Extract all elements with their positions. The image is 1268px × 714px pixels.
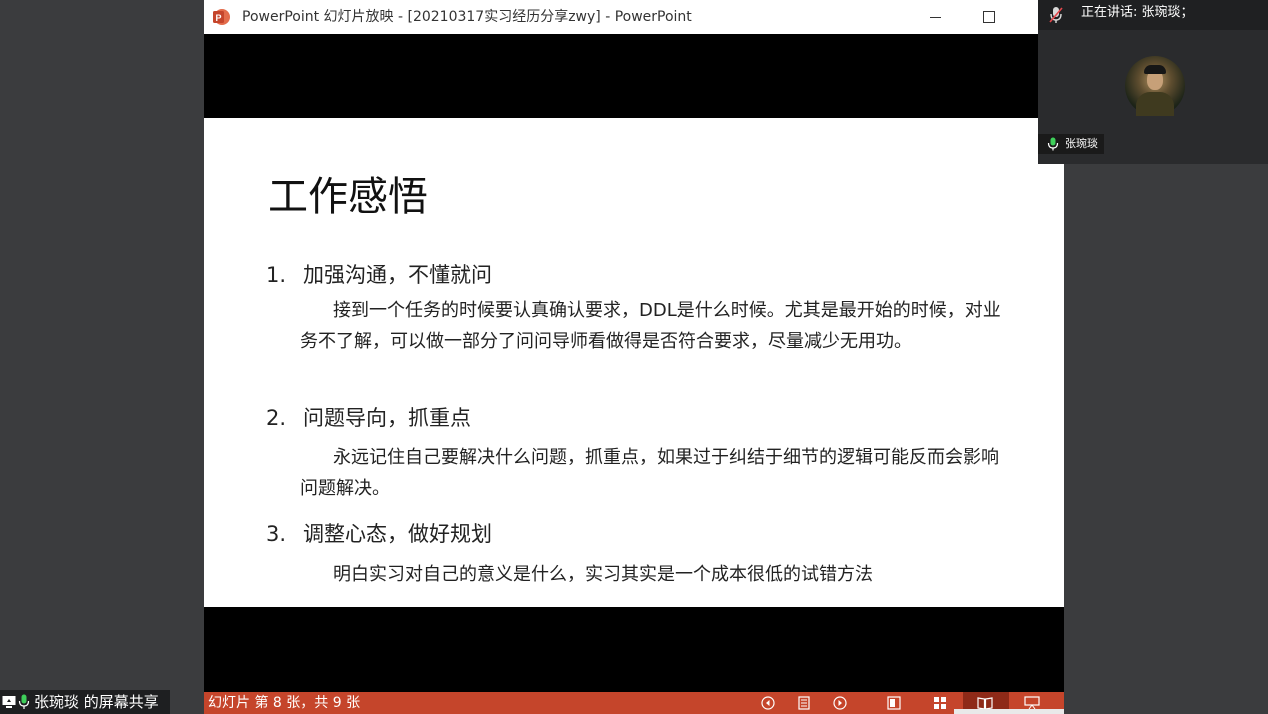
slide-title: 工作感悟: [268, 164, 428, 222]
powerpoint-window: P PowerPoint 幻灯片放映 - [20210317实习经历分享zwy]…: [204, 0, 1064, 714]
section-body: 明白实习对自己的意义是什么，实习其实是一个成本很低的试错方法: [300, 559, 1010, 590]
microphone-active-icon: [18, 694, 30, 710]
slide-sorter-icon[interactable]: [932, 695, 948, 711]
slide-counter: 幻灯片 第 8 张，共 9 张: [208, 692, 360, 714]
previous-slide-icon[interactable]: [760, 695, 776, 711]
svg-text:P: P: [215, 13, 221, 23]
screen-share-icon: [2, 695, 16, 709]
section-number: 2.: [266, 406, 303, 430]
avatar-body: [1136, 92, 1174, 116]
speaking-label: 正在讲话: 张琬琰；: [1081, 0, 1194, 26]
screen-share-owner: 张琬琰 的屏幕共享: [34, 690, 159, 714]
section-heading: 2.问题导向，抓重点: [266, 402, 471, 432]
microphone-muted-icon: [1048, 6, 1064, 24]
section-body: 接到一个任务的时候要认真确认要求，DDL是什么时候。尤其是最开始的时候，对业务不…: [300, 295, 1010, 357]
speaker-indicator-bar: 正在讲话: 张琬琰；: [1038, 0, 1268, 30]
maximize-icon: [983, 11, 995, 23]
section-heading: 1.加强沟通，不懂就问: [266, 259, 492, 289]
section-heading-text: 调整心态，做好规划: [303, 522, 492, 546]
zoom-strip: [954, 709, 1064, 714]
notes-icon[interactable]: [796, 695, 812, 711]
status-bar: 幻灯片 第 8 张，共 9 张: [204, 692, 1064, 714]
normal-view-icon[interactable]: [886, 695, 902, 711]
participant-name: 张琬琰: [1065, 134, 1098, 154]
avatar-hair: [1144, 65, 1166, 74]
window-title: PowerPoint 幻灯片放映 - [20210317实习经历分享zwy] -…: [242, 0, 692, 34]
slide[interactable]: 工作感悟 1.加强沟通，不懂就问 接到一个任务的时候要认真确认要求，DDL是什么…: [204, 118, 1064, 607]
minimize-button[interactable]: [912, 0, 958, 34]
section-heading-text: 加强沟通，不懂就问: [303, 263, 492, 287]
microphone-active-icon: [1047, 137, 1059, 151]
participant-video-tile[interactable]: 张琬琰: [1038, 30, 1268, 164]
powerpoint-logo-icon: P: [212, 8, 230, 26]
next-slide-icon[interactable]: [832, 695, 848, 711]
title-bar: P PowerPoint 幻灯片放映 - [20210317实习经历分享zwy]…: [204, 0, 1064, 34]
section-body: 永远记住自己要解决什么问题，抓重点，如果过于纠结于细节的逻辑可能反而会影响问题解…: [300, 442, 1010, 504]
minimize-icon: [930, 17, 941, 18]
section-number: 1.: [266, 263, 303, 287]
section-heading-text: 问题导向，抓重点: [303, 406, 471, 430]
participant-name-tag: 张琬琰: [1038, 134, 1104, 154]
avatar: [1125, 56, 1185, 116]
maximize-button[interactable]: [966, 0, 1012, 34]
section-heading: 3.调整心态，做好规划: [266, 518, 492, 548]
section-number: 3.: [266, 522, 303, 546]
screen-share-label: 张琬琰 的屏幕共享: [0, 690, 170, 714]
